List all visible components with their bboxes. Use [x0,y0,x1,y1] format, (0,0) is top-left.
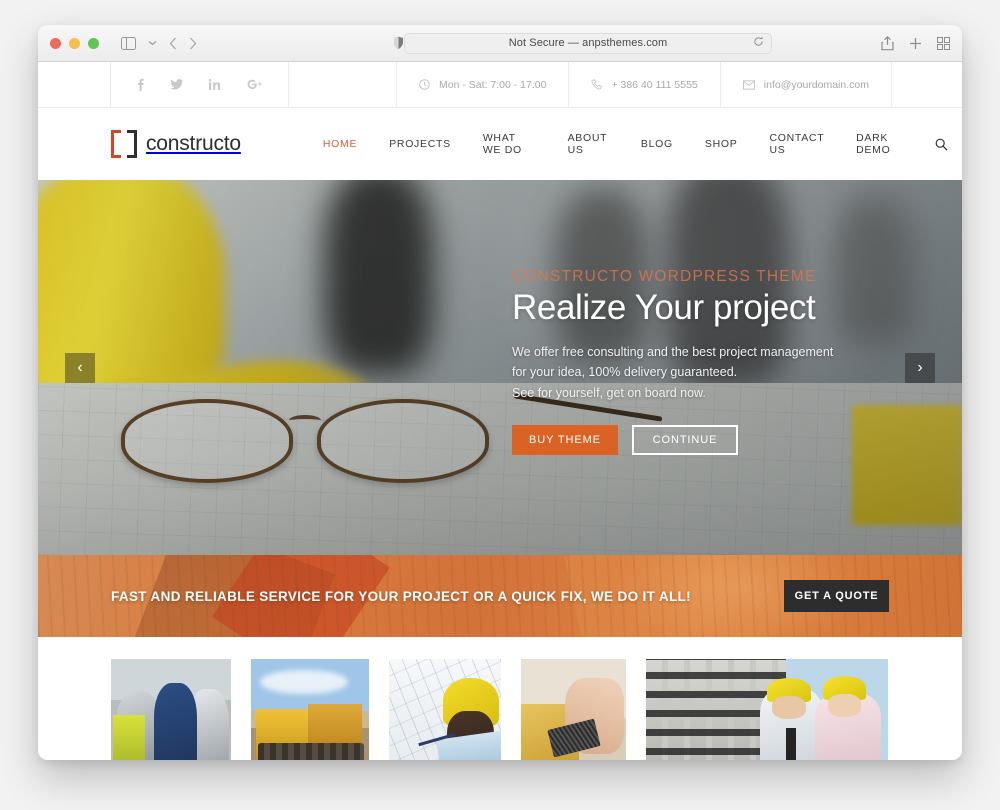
nav-item-about-us[interactable]: ABOUT US [552,132,625,156]
hero-buttons: BUY THEME CONTINUE [512,424,932,455]
privacy-shield-icon[interactable] [393,36,404,50]
slider-next-arrow-icon[interactable]: › [905,352,935,383]
hero-subtitle: CONSTRUCTO WORDPRESS THEME [512,268,817,285]
thumbnail-architect-drawing-blueprint[interactable] [389,659,501,760]
tab-overview-icon[interactable] [937,36,950,50]
business-hours: Mon - Sat: 7:00 - 17:00 [397,62,570,107]
share-icon[interactable] [881,35,894,51]
reload-icon[interactable] [753,34,764,52]
slider-prev-arrow-icon[interactable]: ‹ [65,352,95,383]
site-header: constructo HOME PROJECTS WHAT WE DO ABOU… [38,108,962,180]
hero-content: CONSTRUCTO WORDPRESS THEME Realize Your … [512,268,932,455]
hero-description-line-3: See for yourself, get on board now. [512,385,706,400]
clock-icon [419,79,430,90]
hero-description: We offer free consulting and the best pr… [512,342,932,403]
get-a-quote-button[interactable]: GET A QUOTE [784,580,889,612]
window-controls [50,37,99,49]
site-logo[interactable]: constructo [111,130,241,158]
buy-theme-button[interactable]: BUY THEME [512,424,618,455]
close-window-button[interactable] [50,37,61,49]
email-address-text: info@yourdomain.com [763,78,869,91]
search-icon[interactable] [921,138,962,151]
nav-item-home[interactable]: HOME [307,138,373,150]
browser-window: Not Secure — anpsthemes.com Mon - Sat: 7… [38,25,962,760]
googleplus-icon[interactable] [247,79,262,90]
hero-slider: CONSTRUCTO WORDPRESS THEME Realize Your … [38,180,962,555]
nav-item-shop[interactable]: SHOP [689,138,754,150]
nav-item-contact-us[interactable]: CONTACT US [753,132,840,156]
thumbnail-hand-tool-on-wood[interactable] [521,659,626,760]
site-topbar: Mon - Sat: 7:00 - 17:00 + 386 40 111 555… [38,62,962,108]
new-tab-icon[interactable] [909,37,922,50]
nav-item-projects[interactable]: PROJECTS [373,138,467,150]
main-navigation: HOME PROJECTS WHAT WE DO ABOUT US BLOG S… [307,132,962,156]
cta-banner: FAST AND RELIABLE SERVICE FOR YOUR PROJE… [38,555,962,637]
linkedin-icon[interactable] [209,79,221,90]
forward-arrow-icon[interactable] [189,37,197,50]
nav-item-what-we-do[interactable]: WHAT WE DO [467,132,552,156]
site-logo-text: constructo [146,132,241,155]
thumbnail-bulldozers[interactable] [251,659,369,760]
nav-item-dark-demo[interactable]: DARK DEMO [840,132,921,156]
phone-icon [591,79,602,90]
back-arrow-icon[interactable] [169,37,177,50]
phone-number-text: + 386 40 111 5555 [611,78,698,91]
maximize-window-button[interactable] [88,37,99,49]
thumbnail-workers-with-hardhats[interactable] [111,659,231,760]
topbar-gap [289,62,398,107]
brackets-logo-icon [111,130,137,158]
topbar-left-spacer [38,62,111,107]
continue-button[interactable]: CONTINUE [632,424,738,455]
sidebar-icon[interactable] [121,36,136,50]
facebook-icon[interactable] [137,78,144,91]
address-bar[interactable]: Not Secure — anpsthemes.com [404,32,772,54]
envelope-icon [742,79,755,90]
twitter-icon[interactable] [170,79,183,90]
address-bar-url: Not Secure — anpsthemes.com [508,37,668,49]
browser-toolbar: Not Secure — anpsthemes.com [38,25,962,62]
business-hours-text: Mon - Sat: 7:00 - 17:00 [439,78,547,91]
topbar-right-spacer [892,62,962,107]
hero-title: Realize Your project [512,288,816,327]
email-address: info@yourdomain.com [721,62,892,107]
nav-item-blog[interactable]: BLOG [625,138,689,150]
hero-description-line-2: for your idea, 100% delivery guaranteed. [512,365,738,380]
chevron-down-icon[interactable] [148,40,157,46]
phone-number: + 386 40 111 5555 [569,62,721,107]
minimize-window-button[interactable] [69,37,80,49]
social-links [111,62,289,107]
page-content: Mon - Sat: 7:00 - 17:00 + 386 40 111 555… [38,62,962,760]
cta-text: FAST AND RELIABLE SERVICE FOR YOUR PROJE… [111,588,691,604]
hero-description-line-1: We offer free consulting and the best pr… [512,345,834,359]
thumbnail-strip [38,637,962,760]
thumbnail-engineers-in-front-of-building[interactable] [646,659,888,760]
